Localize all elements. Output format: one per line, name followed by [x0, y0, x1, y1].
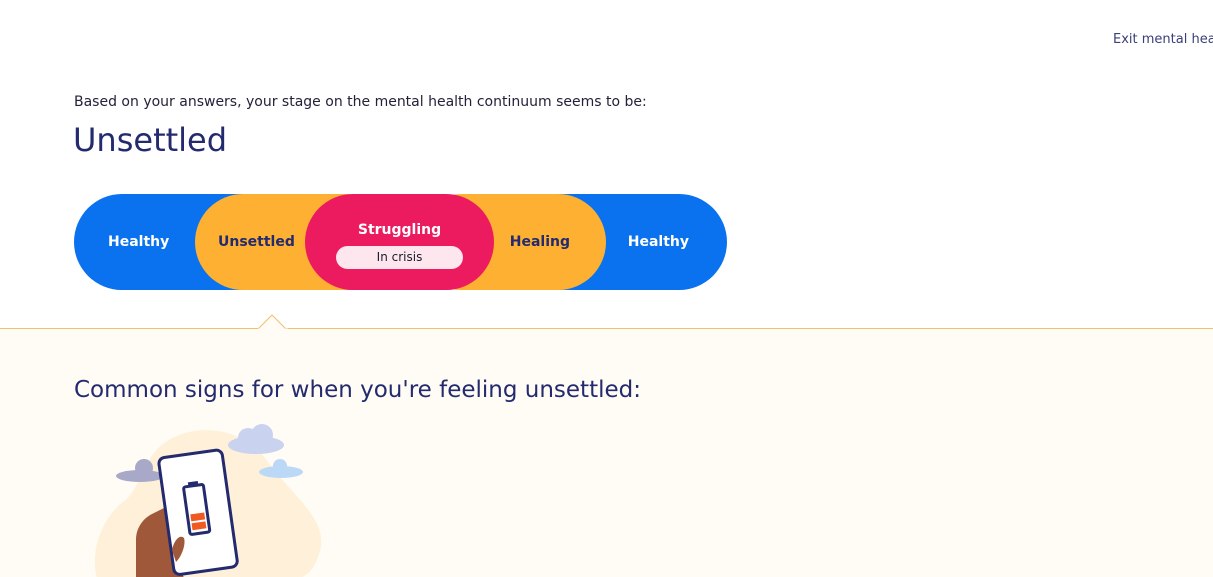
stage-title: Unsettled	[73, 121, 228, 159]
continuum-label: Struggling	[357, 221, 442, 238]
pointer-caret-icon	[258, 314, 288, 330]
section-divider	[0, 328, 1213, 329]
continuum-label: Healing	[509, 234, 570, 250]
result-intro: Based on your answers, your stage on the…	[74, 94, 647, 110]
continuum-segment-struggling: Struggling In crisis	[305, 194, 494, 290]
continuum-bar: Healthy Healthy Unsettled Healing Strugg…	[74, 194, 727, 290]
page: Exit mental hea Based on your answers, y…	[0, 0, 1213, 577]
continuum-label: Unsettled	[218, 234, 295, 250]
crisis-badge: In crisis	[336, 245, 463, 269]
signs-heading: Common signs for when you're feeling uns…	[74, 377, 641, 403]
continuum-label: Healthy	[627, 234, 689, 250]
continuum-label: Healthy	[108, 234, 170, 250]
phone-low-battery-illustration-icon	[94, 424, 322, 577]
exit-link[interactable]: Exit mental hea	[1113, 32, 1213, 47]
